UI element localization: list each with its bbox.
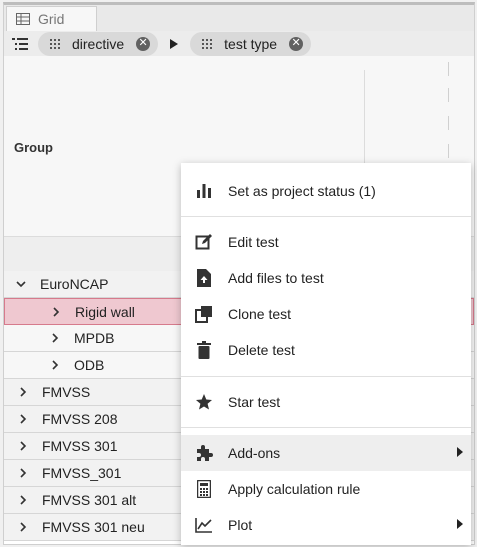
- chevron-right-icon[interactable]: [51, 306, 61, 317]
- triangle-right-icon: [170, 38, 179, 49]
- chevron-right-icon[interactable]: [18, 522, 28, 532]
- row-label: FMVSS 208: [42, 411, 118, 427]
- row-grouping-bar: directive ✕ test type ✕: [4, 31, 474, 57]
- menu-item-label: Plot: [228, 517, 253, 533]
- tab-bar: Grid: [4, 5, 474, 31]
- tab-label: Grid: [38, 11, 65, 27]
- menu-item-label: Edit test: [228, 234, 279, 250]
- line-chart-icon: [195, 516, 213, 534]
- submenu-arrow-icon: [457, 519, 463, 529]
- bar-chart-icon: [195, 182, 213, 200]
- menu-item-label: Add files to test: [228, 270, 324, 286]
- row-label: FMVSS 301 alt: [42, 492, 137, 508]
- puzzle-icon: [195, 444, 213, 462]
- menu-item-plot[interactable]: Plot: [181, 507, 471, 543]
- group-column-header[interactable]: Group: [14, 140, 53, 155]
- drag-handle-icon[interactable]: [50, 38, 62, 49]
- menu-item-clone-test[interactable]: Clone test: [181, 296, 471, 332]
- group-chip-directive[interactable]: directive ✕: [38, 31, 159, 56]
- row-label: ODB: [74, 357, 105, 373]
- file-upload-icon: [195, 269, 213, 287]
- context-menu: Set as project status (1) Edit test Add …: [181, 163, 471, 545]
- chevron-down-icon[interactable]: [16, 280, 26, 288]
- column-divider: [448, 144, 449, 158]
- row-label: EuroNCAP: [40, 276, 109, 292]
- column-divider: [448, 116, 449, 130]
- menu-item-add-ons[interactable]: Add-ons: [181, 435, 471, 471]
- row-label: MPDB: [74, 330, 115, 346]
- menu-item-delete-test[interactable]: Delete test: [181, 332, 471, 368]
- remove-chip-icon[interactable]: ✕: [136, 36, 151, 51]
- row-label: FMVSS 301 neu: [42, 519, 145, 535]
- menu-separator: [181, 216, 471, 217]
- chevron-right-icon[interactable]: [18, 414, 28, 424]
- chip-label: test type: [224, 35, 278, 52]
- row-label: FMVSS: [42, 384, 91, 400]
- submenu-arrow-icon: [457, 447, 463, 457]
- chip-label: directive: [72, 35, 125, 52]
- menu-item-label: Set as project status (1): [228, 183, 376, 199]
- drag-handle-icon[interactable]: [202, 38, 214, 49]
- menu-item-add-files[interactable]: Add files to test: [181, 260, 471, 296]
- tab-grid[interactable]: Grid: [6, 6, 97, 31]
- menu-item-label: Clone test: [228, 306, 292, 322]
- menu-item-star-test[interactable]: Star test: [181, 384, 471, 420]
- chevron-right-icon[interactable]: [18, 495, 28, 505]
- chevron-right-icon[interactable]: [18, 387, 28, 397]
- copy-icon: [195, 305, 213, 323]
- column-divider: [448, 88, 449, 102]
- row-label: FMVSS_301: [42, 465, 122, 481]
- menu-item-label: Delete test: [228, 342, 295, 358]
- menu-item-label: Star test: [228, 394, 281, 410]
- star-icon: [195, 393, 213, 411]
- group-chip-test-type[interactable]: test type ✕: [190, 31, 312, 56]
- chevron-right-icon[interactable]: [18, 468, 28, 478]
- trash-icon: [195, 341, 213, 359]
- chevron-right-icon[interactable]: [50, 360, 60, 370]
- column-divider: [448, 62, 449, 76]
- menu-item-edit-test[interactable]: Edit test: [181, 224, 471, 260]
- row-label: FMVSS 301: [42, 438, 118, 454]
- chevron-right-icon[interactable]: [18, 441, 28, 451]
- menu-item-label: Add-ons: [228, 445, 281, 461]
- menu-item-label: Apply calculation rule: [228, 481, 361, 497]
- table-icon: [16, 13, 30, 25]
- menu-item-apply-calculation-rule[interactable]: Apply calculation rule: [181, 471, 471, 507]
- menu-separator: [181, 427, 471, 428]
- menu-item-set-project-status[interactable]: Set as project status (1): [181, 173, 471, 209]
- menu-separator: [181, 376, 471, 377]
- remove-chip-icon[interactable]: ✕: [289, 36, 304, 51]
- calculator-icon: [195, 480, 213, 498]
- row-label: Rigid wall: [75, 303, 135, 320]
- list-indent-icon[interactable]: [12, 37, 28, 50]
- edit-icon: [195, 233, 213, 251]
- chevron-right-icon[interactable]: [50, 333, 60, 343]
